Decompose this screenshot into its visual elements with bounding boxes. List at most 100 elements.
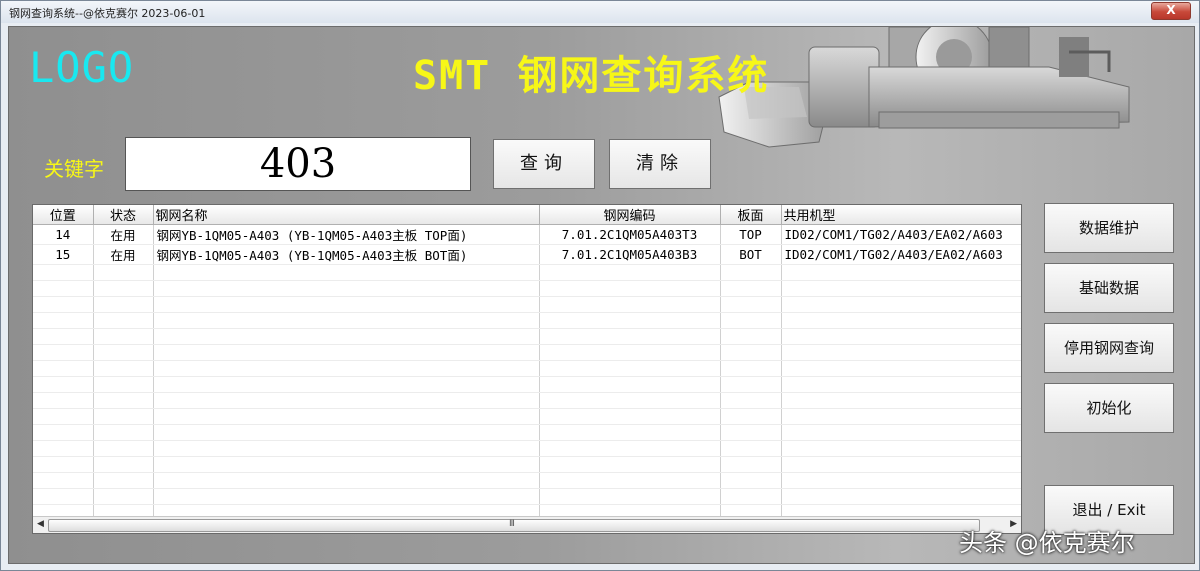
empty-cell: [153, 376, 540, 393]
empty-cell: [93, 296, 154, 313]
empty-cell: [153, 296, 540, 313]
empty-cell: [93, 408, 154, 425]
empty-cell: [33, 488, 94, 505]
empty-cell: [33, 472, 94, 489]
cell-stencil-name: 钢网YB-1QM05-A403 (YB-1QM05-A403主板 BOT面): [153, 244, 540, 265]
empty-cell: [153, 392, 540, 409]
empty-cell: [93, 440, 154, 457]
cell-position: 14: [33, 224, 94, 245]
empty-cell: [720, 408, 782, 425]
empty-cell: [720, 376, 782, 393]
empty-cell: [720, 360, 782, 377]
empty-cell: [153, 344, 540, 361]
empty-cell: [33, 392, 94, 409]
empty-cell: [33, 312, 94, 329]
empty-table-row: [33, 440, 1021, 457]
empty-cell: [93, 312, 154, 329]
app-title: SMT 钢网查询系统: [413, 53, 770, 99]
column-header-position[interactable]: 位置: [33, 205, 94, 225]
empty-cell: [33, 328, 94, 345]
empty-cell: [720, 392, 782, 409]
empty-cell: [781, 456, 1021, 473]
scroll-thumb[interactable]: III: [48, 519, 980, 532]
empty-cell: [153, 264, 540, 281]
empty-cell: [539, 264, 721, 281]
cell-board-side: TOP: [720, 224, 782, 245]
cell-shared-models: ID02/COM1/TG02/A403/EA02/A603: [781, 224, 1021, 245]
close-button[interactable]: X: [1151, 2, 1191, 20]
empty-cell: [781, 408, 1021, 425]
results-table: 位置 状态 钢网名称 钢网编码 板面 共用机型 14 在用 钢网YB-1QM05-A…: [33, 205, 1021, 533]
empty-table-row: [33, 376, 1021, 393]
empty-cell: [720, 296, 782, 313]
empty-cell: [720, 456, 782, 473]
empty-table-row: [33, 392, 1021, 409]
empty-cell: [781, 440, 1021, 457]
cell-position: 15: [33, 244, 94, 265]
scroll-grip-icon: III: [509, 519, 515, 529]
title-bar: 钢网查询系统--@依克赛尔 2023-06-01 X: [1, 1, 1199, 23]
cell-board-side: BOT: [720, 244, 782, 265]
column-header-stencil-name[interactable]: 钢网名称: [153, 205, 540, 225]
empty-cell: [539, 344, 721, 361]
column-header-board-side[interactable]: 板面: [720, 205, 782, 225]
empty-cell: [781, 280, 1021, 297]
empty-cell: [781, 424, 1021, 441]
empty-table-row: [33, 424, 1021, 441]
horizontal-scrollbar[interactable]: ◀ III ▶: [33, 516, 1021, 533]
empty-cell: [33, 360, 94, 377]
base-data-button[interactable]: 基础数据: [1044, 263, 1174, 313]
clear-button[interactable]: 清除: [609, 139, 711, 189]
empty-cell: [539, 456, 721, 473]
empty-table-row: [33, 312, 1021, 329]
results-grid[interactable]: 位置 状态 钢网名称 钢网编码 板面 共用机型 14 在用 钢网YB-1QM05-A…: [32, 204, 1022, 534]
empty-cell: [539, 440, 721, 457]
empty-cell: [33, 424, 94, 441]
empty-cell: [93, 344, 154, 361]
empty-cell: [720, 280, 782, 297]
empty-cell: [781, 472, 1021, 489]
keyword-input[interactable]: [125, 137, 471, 191]
empty-cell: [93, 456, 154, 473]
table-row[interactable]: 15 在用 钢网YB-1QM05-A403 (YB-1QM05-A403主板 BOT…: [33, 244, 1021, 265]
empty-cell: [153, 312, 540, 329]
empty-cell: [781, 360, 1021, 377]
disabled-stencil-query-button[interactable]: 停用钢网查询: [1044, 323, 1174, 373]
empty-table-row: [33, 472, 1021, 489]
query-button[interactable]: 查询: [493, 139, 595, 189]
empty-cell: [781, 296, 1021, 313]
column-header-shared-models[interactable]: 共用机型: [781, 205, 1021, 225]
empty-cell: [153, 440, 540, 457]
empty-cell: [93, 488, 154, 505]
column-header-status[interactable]: 状态: [93, 205, 154, 225]
empty-cell: [781, 312, 1021, 329]
empty-table-row: [33, 344, 1021, 361]
data-maintenance-button[interactable]: 数据维护: [1044, 203, 1174, 253]
empty-cell: [33, 280, 94, 297]
empty-cell: [153, 408, 540, 425]
empty-cell: [720, 424, 782, 441]
empty-cell: [153, 424, 540, 441]
empty-cell: [781, 392, 1021, 409]
scroll-left-icon[interactable]: ◀: [37, 519, 44, 529]
empty-cell: [720, 488, 782, 505]
empty-cell: [93, 392, 154, 409]
empty-cell: [153, 456, 540, 473]
empty-table-row: [33, 456, 1021, 473]
initialize-button[interactable]: 初始化: [1044, 383, 1174, 433]
table-row[interactable]: 14 在用 钢网YB-1QM05-A403 (YB-1QM05-A403主板 TOP…: [33, 224, 1021, 245]
table-header-row: 位置 状态 钢网名称 钢网编码 板面 共用机型: [33, 205, 1021, 225]
column-header-stencil-code[interactable]: 钢网编码: [539, 205, 721, 225]
empty-cell: [93, 424, 154, 441]
empty-cell: [539, 408, 721, 425]
cell-stencil-code: 7.01.2C1QM05A403T3: [539, 224, 721, 245]
empty-cell: [33, 376, 94, 393]
empty-cell: [93, 264, 154, 281]
empty-table-row: [33, 264, 1021, 281]
empty-cell: [539, 280, 721, 297]
empty-cell: [781, 264, 1021, 281]
cell-stencil-name: 钢网YB-1QM05-A403 (YB-1QM05-A403主板 TOP面): [153, 224, 540, 245]
cell-stencil-code: 7.01.2C1QM05A403B3: [539, 244, 721, 265]
empty-cell: [539, 472, 721, 489]
empty-table-row: [33, 296, 1021, 313]
